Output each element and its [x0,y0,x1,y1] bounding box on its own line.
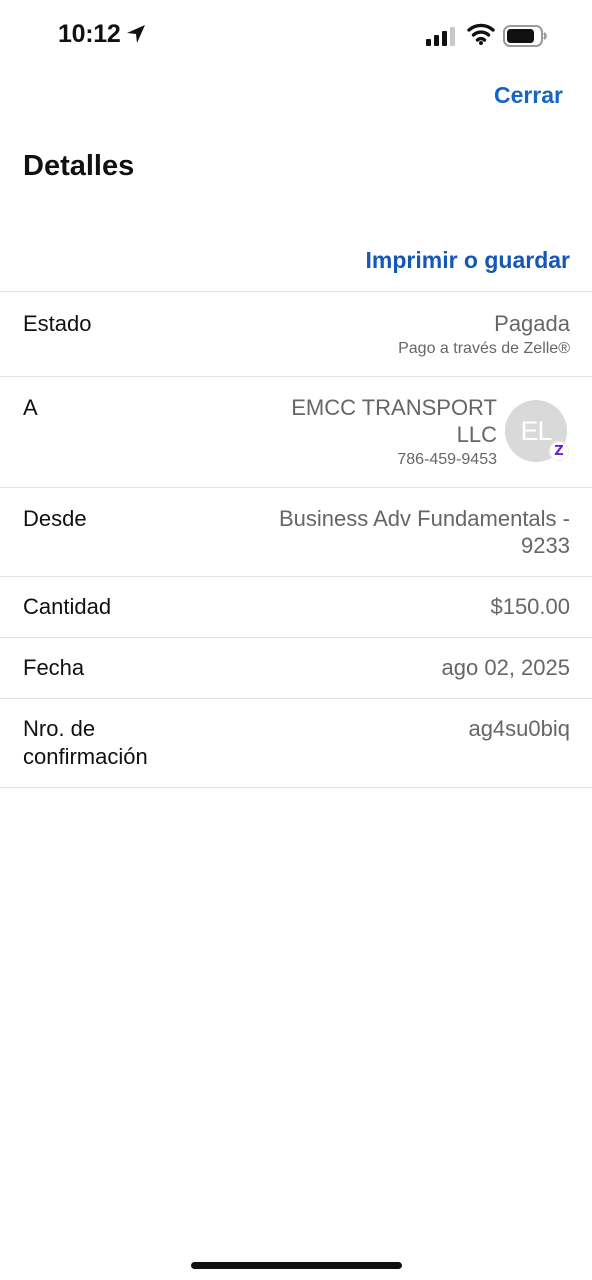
confirmation-label-line2: confirmación [23,744,148,769]
source-account-line1: Business Adv Fundamentals - [278,506,570,531]
estado-label: Estado [23,311,92,336]
close-button[interactable]: Cerrar [494,82,563,109]
cellular-signal-icon [426,27,455,46]
wifi-icon [467,23,495,45]
status-time: 10:12 [58,20,121,48]
recipient-phone: 786-459-9453 [397,451,497,468]
row-confirmation: Nro. de confirmación ag4su0biq [0,698,592,788]
avatar-initials: EL [520,415,552,446]
details-list: Estado Pagada Pago a través de Zelle® A … [0,291,592,788]
recipient-name-line2: LLC [456,422,497,447]
confirmation-number: ag4su0biq [468,716,570,741]
recipient-label: A [23,395,38,420]
home-indicator[interactable] [191,1262,402,1269]
fecha-label: Fecha [23,655,85,680]
payment-method-note: Pago a través de Zelle® [398,340,570,357]
row-fecha: Fecha ago 02, 2025 [0,637,592,698]
row-recipient: A EMCC TRANSPORT LLC 786-459-9453 EL Z [0,376,592,487]
amount-value: $150.00 [490,594,570,619]
confirmation-label-line1: Nro. de [23,716,96,741]
recipient-name-line1: EMCC TRANSPORT [291,395,497,420]
zelle-badge-letter: Z [554,443,564,459]
row-desde: Desde Business Adv Fundamentals - 9233 [0,487,592,576]
row-cantidad: Cantidad $150.00 [0,576,592,637]
location-arrow-icon [127,25,145,43]
date-value: ago 02, 2025 [441,655,570,680]
zelle-badge-icon: Z [549,441,569,461]
source-account-line2: 9233 [521,533,570,558]
estado-value: Pagada [494,311,570,336]
row-estado: Estado Pagada Pago a través de Zelle® [0,291,592,376]
battery-icon [503,25,547,47]
desde-label: Desde [23,506,87,531]
cantidad-label: Cantidad [23,594,112,619]
print-or-save-button[interactable]: Imprimir o guardar [366,247,570,274]
page-title: Detalles [23,150,135,182]
status-bar: 10:12 [0,0,592,72]
